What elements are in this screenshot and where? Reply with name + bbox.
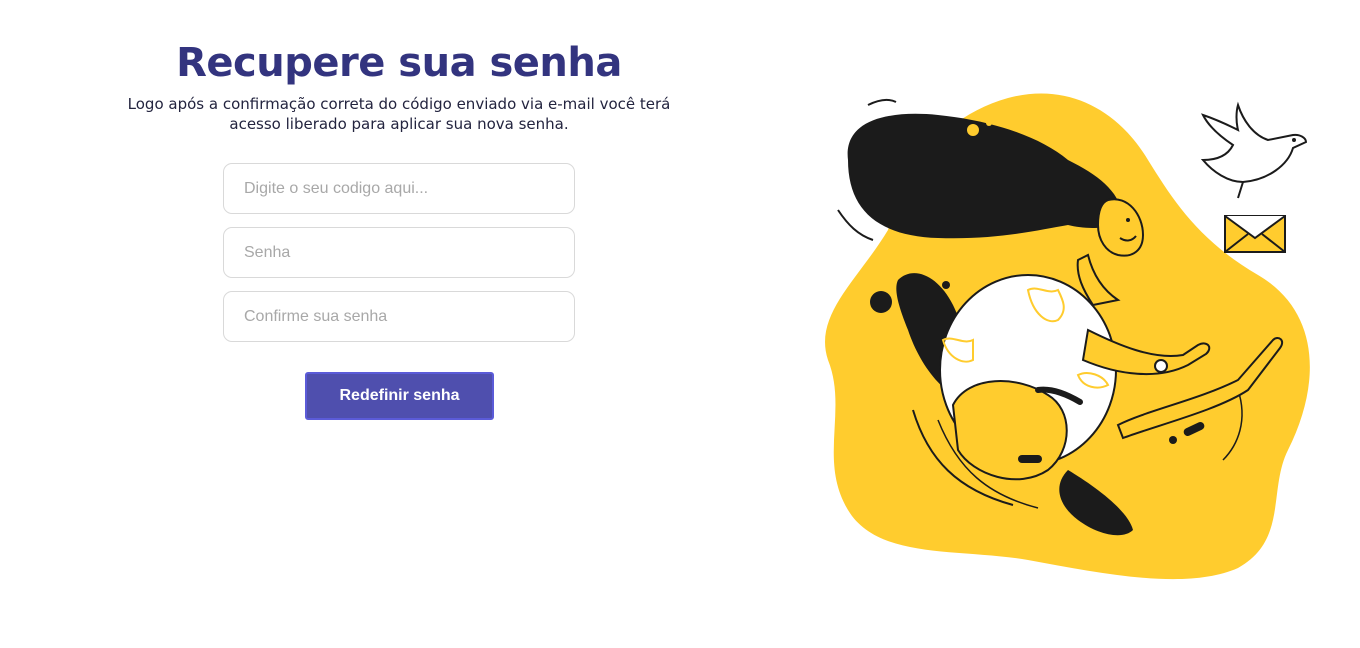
dove-icon <box>1200 101 1308 199</box>
code-input[interactable] <box>223 163 575 214</box>
password-input[interactable] <box>223 227 575 278</box>
confirm-password-input[interactable] <box>223 291 575 342</box>
reset-password-button[interactable]: Redefinir senha <box>305 372 494 420</box>
envelope-icon <box>1224 215 1286 253</box>
recovery-panel: Recupere sua senha Logo após a confirmaç… <box>0 0 798 648</box>
page-title: Recupere sua senha <box>176 40 622 86</box>
page-subtitle: Logo após a confirmação correta do códig… <box>127 95 671 133</box>
woman-illustration <box>818 90 1318 580</box>
